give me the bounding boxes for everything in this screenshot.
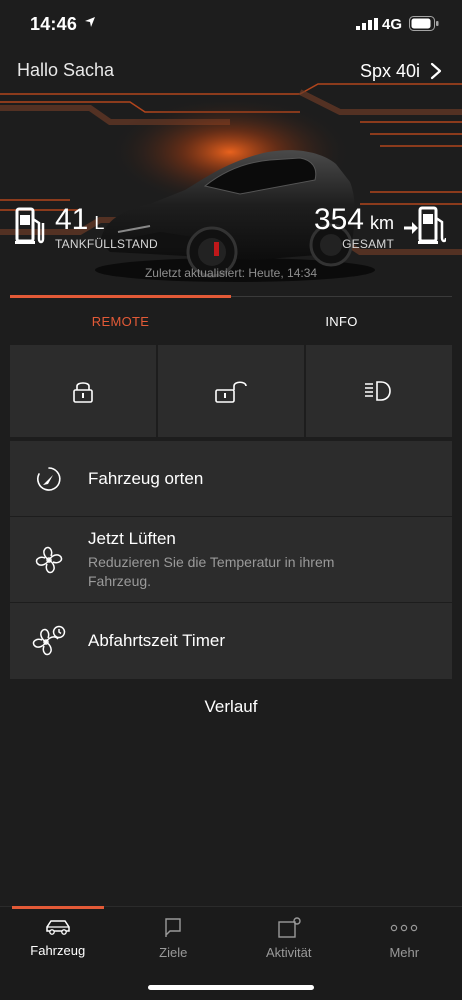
nav-label: Mehr — [389, 945, 420, 960]
fuel-unit: L — [94, 213, 105, 233]
chevron-right-icon — [430, 62, 442, 80]
locate-icon — [37, 466, 61, 491]
lock-button[interactable] — [10, 345, 156, 437]
range-value: 354 — [313, 203, 364, 236]
tab-remote[interactable]: REMOTE — [10, 295, 231, 340]
nav-label: Aktivität — [265, 945, 312, 960]
status-bar: 14:46 4G — [0, 0, 462, 50]
more-icon — [391, 924, 418, 932]
range-unit: km — [370, 213, 394, 233]
tab-info[interactable]: INFO — [231, 297, 452, 340]
unlock-button[interactable] — [158, 345, 304, 437]
greeting: Hallo Sacha — [17, 60, 115, 80]
tab-bar: REMOTE INFO — [10, 295, 452, 340]
fuel-value: 41 — [55, 203, 89, 236]
activity-icon — [278, 917, 301, 938]
battery-icon — [409, 16, 439, 31]
fan-icon — [35, 546, 63, 573]
status-time: 14:46 — [30, 14, 78, 34]
fuel-pump-icon — [15, 207, 45, 244]
unlock-icon — [215, 381, 247, 403]
action-list: Fahrzeug orten Jetzt Lüften Reduzieren S… — [10, 441, 452, 679]
home-indicator[interactable] — [148, 985, 314, 990]
vehicle-hero — [0, 82, 462, 292]
quick-controls — [10, 345, 452, 437]
fuel-range-icon — [404, 206, 446, 244]
fan-timer-icon — [32, 625, 66, 656]
departure-timer-item[interactable]: Abfahrtszeit Timer — [10, 603, 452, 679]
vehicle-image — [0, 83, 462, 282]
headlight-button[interactable] — [306, 345, 452, 437]
nav-more[interactable]: Mehr — [347, 907, 462, 1000]
network-label: 4G — [382, 16, 403, 33]
location-arrow-icon — [85, 17, 95, 27]
nav-vehicle[interactable]: Fahrzeug — [0, 906, 116, 1000]
action-title: Jetzt Lüften — [88, 528, 176, 548]
action-title: Abfahrtszeit Timer — [88, 631, 225, 650]
locate-vehicle-item[interactable]: Fahrzeug orten — [10, 441, 452, 517]
range-stat: 354 km GESAMT — [314, 203, 446, 251]
nav-label: Fahrzeug — [30, 943, 86, 958]
lock-icon — [73, 382, 93, 403]
car-icon — [46, 920, 70, 935]
headlight-icon — [365, 381, 391, 401]
range-label: GESAMT — [342, 237, 394, 251]
fuel-label: TANKFÜLLSTAND — [55, 237, 158, 251]
nav-label: Ziele — [159, 945, 188, 960]
vehicle-selector[interactable]: Spx 40i — [360, 58, 442, 84]
vehicle-name: Spx 40i — [359, 60, 420, 81]
fuel-level-stat: 41 L TANKFÜLLSTAND — [15, 203, 158, 251]
action-subtitle: Reduzieren Sie die Temperatur in ihrem F… — [88, 553, 335, 589]
flag-icon — [165, 918, 181, 937]
last-updated: Zuletzt aktualisiert: Heute, 14:34 — [144, 266, 318, 280]
history-link[interactable]: Verlauf — [0, 697, 462, 717]
signal-icon — [356, 18, 378, 30]
action-title: Fahrzeug orten — [88, 468, 204, 488]
ventilate-item[interactable]: Jetzt Lüften Reduzieren Sie die Temperat… — [10, 517, 452, 603]
